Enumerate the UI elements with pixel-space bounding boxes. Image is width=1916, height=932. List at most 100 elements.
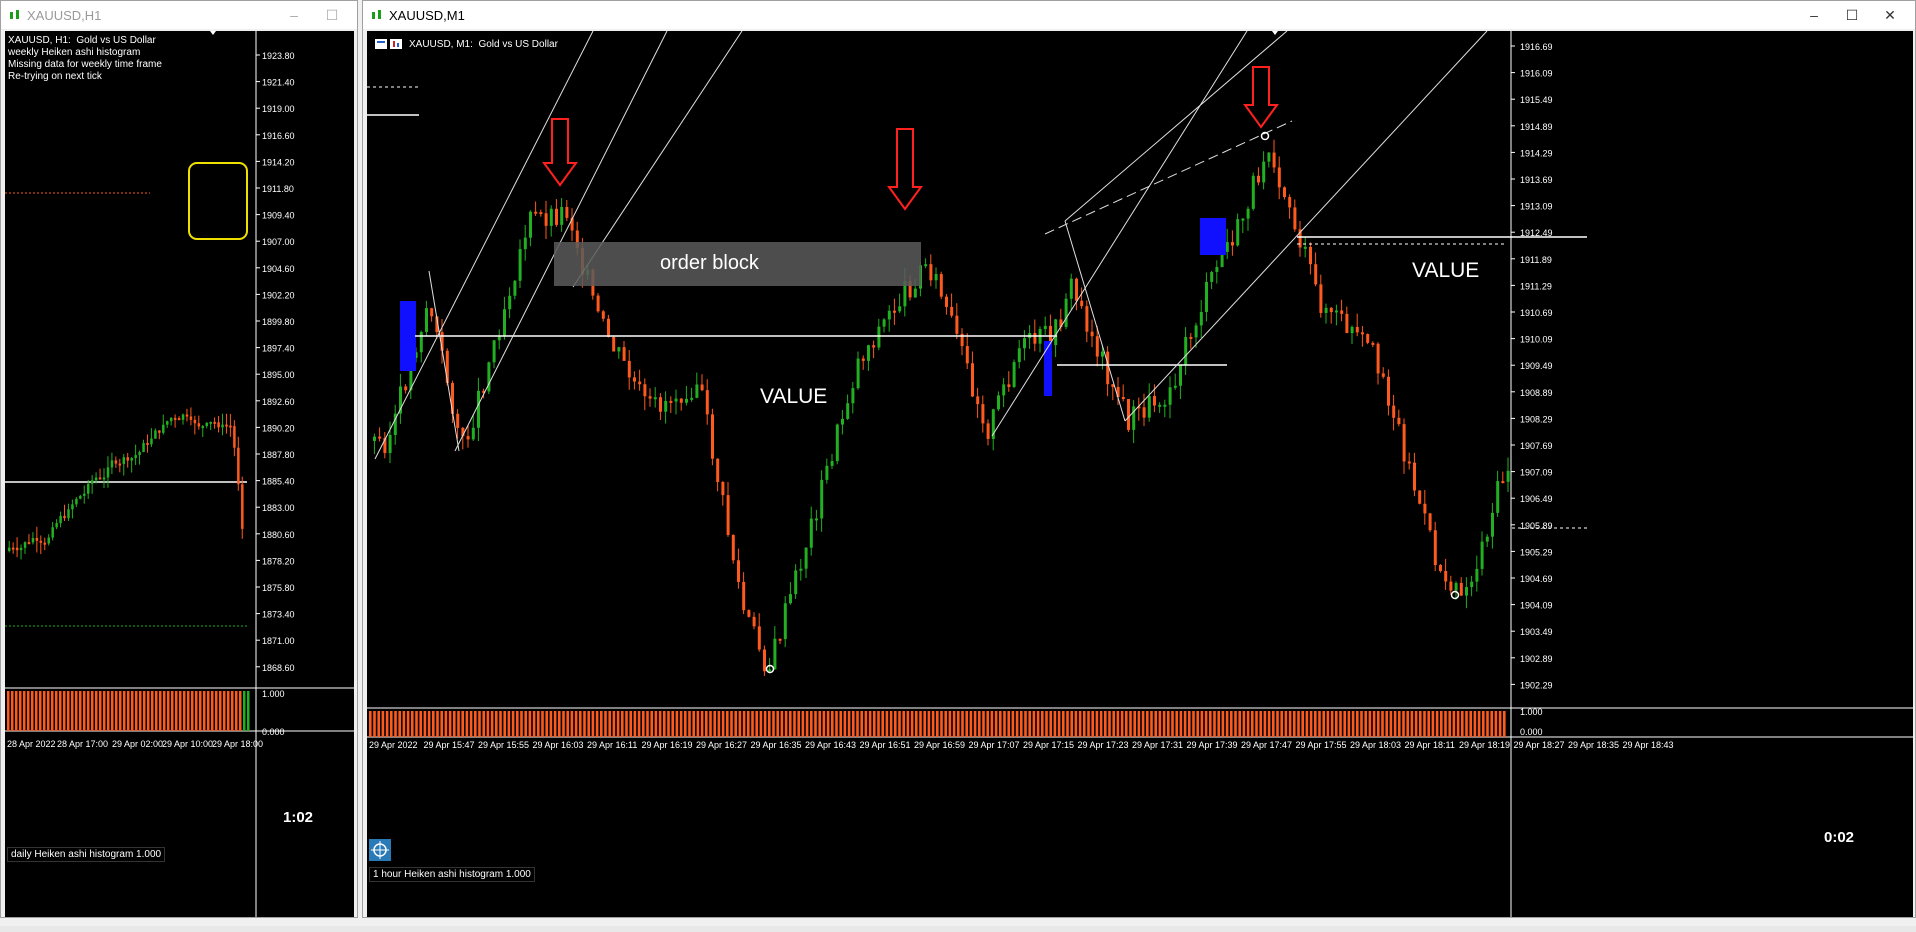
right-candle	[1355, 326, 1359, 333]
right-candle	[778, 638, 782, 641]
right-histogram-bar	[1049, 711, 1052, 737]
right-time-label: 29 Apr 17:55	[1296, 740, 1347, 750]
right-chart-canvas[interactable]: 1916.69 1916.09 1915.49 1914.89 1914.29 1913.…	[367, 31, 1913, 917]
left-chart-canvas[interactable]: 1923.80 1921.40 1919.00 1916.60 1914.20 1911.…	[5, 31, 354, 917]
right-candle	[716, 458, 720, 482]
minimize-icon[interactable]: –	[275, 3, 313, 27]
right-histogram-bar	[1188, 711, 1191, 737]
right-histogram-bar	[646, 711, 649, 737]
right-histogram-bar	[427, 711, 431, 737]
right-candle	[856, 358, 860, 389]
right-histogram-bar	[1494, 711, 1498, 737]
right-indicator-axis-label: 0.000	[1520, 727, 1543, 737]
right-price-label: 1907.69	[1520, 441, 1553, 451]
right-histogram-bar	[1041, 711, 1044, 737]
right-candle	[841, 418, 844, 425]
right-time-label: 29 Apr 18:35	[1568, 740, 1619, 750]
right-histogram-bar	[684, 711, 687, 737]
right-price-label: 1904.69	[1520, 574, 1553, 584]
left-time-label: 28 Apr 17:00	[57, 739, 108, 749]
right-histogram-bar	[1099, 711, 1103, 737]
right-candle	[773, 638, 777, 670]
right-candle	[560, 206, 564, 225]
right-histogram-bar	[541, 711, 544, 737]
right-histogram-bar	[369, 711, 372, 737]
right-candle	[789, 594, 792, 604]
right-histogram-bar	[616, 711, 620, 737]
maximize-icon[interactable]: ☐	[313, 3, 351, 27]
left-candle	[213, 421, 216, 424]
left-histogram-bar	[75, 691, 78, 731]
right-candle	[1392, 405, 1396, 418]
left-histogram-bar	[103, 691, 106, 731]
right-histogram-bar	[1200, 711, 1204, 737]
right-price-label: 1908.29	[1520, 414, 1553, 424]
right-histogram-bar	[1246, 711, 1250, 737]
close-icon[interactable]: ✕	[1871, 3, 1909, 27]
left-price-label: 1880.60	[262, 530, 295, 540]
right-histogram-bar	[852, 711, 855, 737]
left-histogram-bar	[79, 691, 82, 731]
right-candle	[1064, 298, 1068, 327]
right-candle	[1267, 152, 1271, 162]
right-histogram-bar	[1410, 711, 1414, 737]
left-histogram-bar	[127, 691, 130, 731]
chart-type-icon[interactable]	[375, 38, 405, 50]
left-candle	[63, 515, 66, 519]
left-price-label: 1871.00	[262, 636, 295, 646]
right-histogram-bar	[948, 711, 952, 737]
left-histogram-bar	[199, 691, 202, 731]
right-candle	[877, 326, 881, 348]
sell-arrow-3	[1243, 66, 1279, 129]
crosshair-icon[interactable]	[369, 839, 391, 861]
right-histogram-bar	[457, 711, 460, 737]
right-histogram-bar	[604, 711, 607, 737]
right-time-label: 29 Apr 16:43	[805, 740, 856, 750]
value-label-left: VALUE	[760, 385, 828, 408]
right-window-titlebar[interactable]: XAUUSD,M1 – ☐ ✕	[363, 1, 1915, 29]
right-candle	[1075, 278, 1078, 301]
left-price-label: 1885.40	[262, 477, 295, 487]
right-candle	[1277, 167, 1281, 188]
right-candle	[1069, 278, 1073, 299]
right-candle	[997, 395, 1000, 410]
right-time-label: 29 Apr 17:07	[969, 740, 1020, 750]
right-indicator-label: 1 hour Heiken ashi histogram 1.000	[369, 867, 535, 882]
right-candle	[742, 581, 746, 611]
right-time-label: 29 Apr 18:27	[1514, 740, 1565, 750]
left-histogram-bar	[47, 691, 50, 731]
right-candle	[1501, 481, 1505, 484]
right-candle	[815, 518, 818, 521]
left-histogram-bar	[139, 691, 142, 731]
right-candle	[1043, 325, 1047, 330]
maximize-icon[interactable]: ☐	[1833, 3, 1871, 27]
left-time-label: 29 Apr 10:00	[162, 739, 213, 749]
right-candle	[747, 610, 751, 617]
left-candle	[229, 425, 232, 428]
right-histogram-bar	[411, 711, 414, 737]
right-histogram-bar	[986, 711, 989, 737]
left-chart-window[interactable]: XAUUSD,H1 – ☐ 1923.80 1921.40 1919.00 1916.…	[0, 0, 358, 918]
right-histogram-bar	[478, 711, 481, 737]
right-candle	[549, 208, 553, 226]
right-chart-window[interactable]: XAUUSD,M1 – ☐ ✕ 1916.69 1916.09 1915.49 191…	[362, 0, 1916, 918]
right-histogram-bar	[1503, 711, 1506, 737]
minimize-icon[interactable]: –	[1795, 3, 1833, 27]
left-candle	[43, 542, 47, 545]
right-candle	[659, 397, 662, 412]
right-candle	[1127, 399, 1130, 430]
left-window-titlebar[interactable]: XAUUSD,H1 – ☐	[1, 1, 357, 29]
right-histogram-bar	[940, 711, 943, 737]
right-candle	[1350, 326, 1354, 334]
left-histogram-bar	[155, 691, 158, 731]
right-histogram-bar	[419, 711, 422, 737]
right-candle	[835, 424, 839, 462]
right-histogram-bar	[839, 711, 842, 737]
right-candle	[419, 332, 423, 353]
left-candle	[162, 424, 165, 433]
right-histogram-bar	[847, 711, 851, 737]
right-candle	[1340, 310, 1344, 314]
right-histogram-bar	[1057, 711, 1061, 737]
right-time-label: 29 Apr 18:11	[1405, 740, 1455, 750]
left-histogram-bar	[151, 691, 154, 731]
